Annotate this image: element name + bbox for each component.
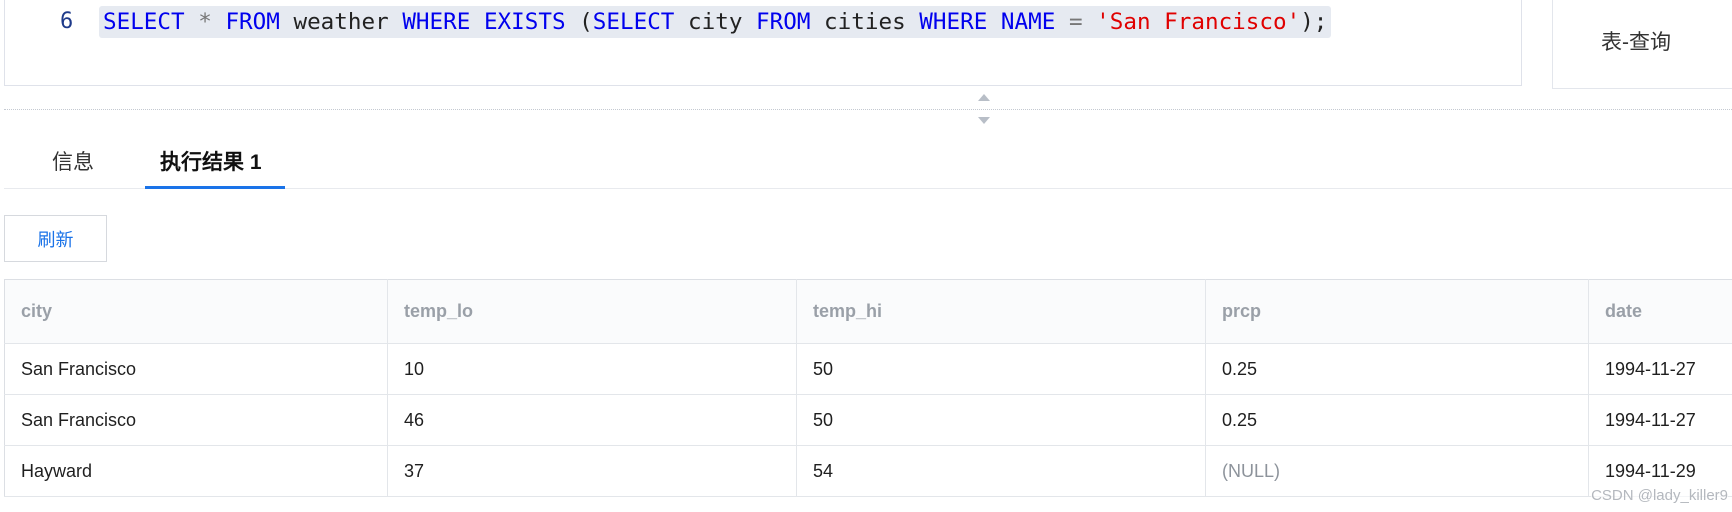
arrow-down-icon: [978, 117, 990, 124]
side-panel: 表-查询: [1552, 0, 1732, 89]
side-panel-label[interactable]: 表-查询: [1601, 26, 1671, 56]
code-line[interactable]: SELECT * FROM weather WHERE EXISTS (SELE…: [99, 6, 1332, 38]
tab-info[interactable]: 信息: [52, 146, 94, 176]
table-cell[interactable]: 10: [387, 343, 797, 395]
sql-space: [1055, 9, 1069, 35]
table-cell[interactable]: 0.25: [1205, 394, 1589, 446]
tab-result-1[interactable]: 执行结果 1: [160, 146, 262, 176]
table-header-row: city temp_lo temp_hi prcp date: [4, 279, 1732, 344]
sql-editor[interactable]: 6 SELECT * FROM weather WHERE EXISTS (SE…: [4, 0, 1522, 86]
sql-keyword: NAME: [1000, 9, 1056, 35]
sql-space: [185, 9, 199, 35]
result-tabs: 信息 执行结果 1: [4, 140, 1732, 189]
table-cell[interactable]: Hayward: [4, 445, 388, 497]
table-cell[interactable]: San Francisco: [4, 394, 388, 446]
resize-handle-icon[interactable]: [977, 94, 991, 124]
refresh-button[interactable]: 刷新: [4, 215, 107, 262]
sql-keyword: FROM: [225, 9, 280, 35]
table-cell[interactable]: 1994-11-27: [1588, 343, 1732, 395]
sql-keyword: WHERE: [919, 9, 988, 35]
sql-punctuation: );: [1300, 9, 1328, 35]
arrow-up-icon: [978, 94, 990, 101]
table-cell[interactable]: 46: [387, 394, 797, 446]
table-cell[interactable]: 50: [796, 343, 1206, 395]
watermark: CSDN @lady_killer9: [1591, 487, 1728, 504]
table-cell-null[interactable]: (NULL): [1205, 445, 1589, 497]
line-number: 6: [60, 9, 74, 34]
sql-identifier: cities: [810, 9, 920, 35]
table-cell[interactable]: 0.25: [1205, 343, 1589, 395]
column-header-prcp[interactable]: prcp: [1205, 279, 1589, 344]
sql-space: [1083, 9, 1097, 35]
sql-keyword: SELECT: [103, 9, 185, 35]
column-header-temp-lo[interactable]: temp_lo: [387, 279, 797, 344]
sql-space: [987, 9, 1001, 35]
sql-punctuation: (: [565, 9, 593, 35]
active-tab-indicator: [145, 186, 285, 189]
sql-operator: =: [1068, 9, 1083, 35]
table-cell[interactable]: 1994-11-27: [1588, 394, 1732, 446]
table-row[interactable]: San Francisco 46 50 0.25 1994-11-27: [4, 394, 1732, 446]
column-header-temp-hi[interactable]: temp_hi: [796, 279, 1206, 344]
sql-keyword: EXISTS: [483, 9, 566, 35]
table-cell[interactable]: San Francisco: [4, 343, 388, 395]
sql-keyword: SELECT: [592, 9, 675, 35]
table-cell[interactable]: 54: [796, 445, 1206, 497]
sql-keyword: WHERE: [402, 9, 471, 35]
column-header-date[interactable]: date: [1588, 279, 1732, 344]
table-row[interactable]: San Francisco 10 50 0.25 1994-11-27: [4, 343, 1732, 395]
pane-splitter[interactable]: [4, 109, 1732, 110]
sql-space: [212, 9, 226, 35]
column-header-city[interactable]: city: [4, 279, 388, 344]
table-cell[interactable]: 37: [387, 445, 797, 497]
sql-keyword: FROM: [756, 9, 811, 35]
sql-space: [470, 9, 484, 35]
table-cell[interactable]: 50: [796, 394, 1206, 446]
table-row[interactable]: Hayward 37 54 (NULL) 1994-11-29: [4, 445, 1732, 497]
result-table: city temp_lo temp_hi prcp date San Franc…: [4, 279, 1732, 497]
sql-operator: *: [198, 9, 212, 35]
sql-string: 'San Francisco': [1096, 9, 1301, 35]
sql-identifier: city: [674, 9, 757, 35]
sql-identifier: weather: [279, 9, 403, 35]
